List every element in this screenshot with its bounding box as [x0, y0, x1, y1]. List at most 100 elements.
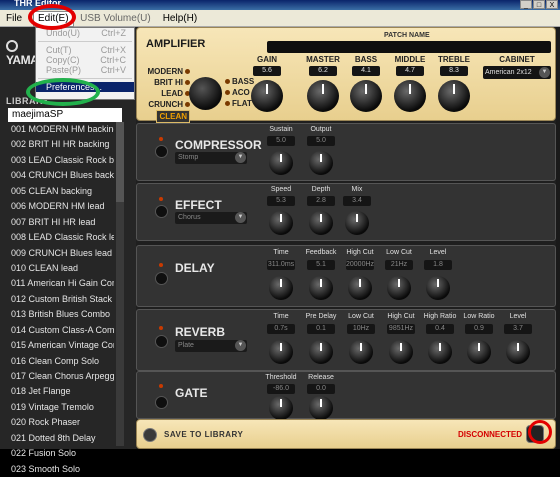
param-value: 5.1: [307, 260, 335, 270]
reverb-type-select[interactable]: Plate ▼: [175, 340, 247, 352]
feedback-knob[interactable]: [309, 276, 333, 300]
library-item[interactable]: 009 CRUNCH Blues lead: [8, 246, 114, 261]
param-value: 0.0: [307, 384, 335, 394]
delay-toggle[interactable]: [155, 272, 168, 285]
delay-low-cut-knob[interactable]: [387, 276, 411, 300]
amp-mode-brit-hi[interactable]: BRIT HI: [142, 77, 190, 88]
gain-knob[interactable]: [251, 80, 283, 112]
mix-knob[interactable]: [345, 211, 369, 235]
treble-knob[interactable]: [438, 80, 470, 112]
effect-type-select[interactable]: Chorus ▼: [175, 212, 247, 224]
chevron-down-icon: ▼: [235, 152, 246, 163]
library-item[interactable]: 004 CRUNCH Blues backing: [8, 168, 114, 183]
editor-panel: AMPLIFIER PATCH NAME MODERN BRIT HI LEAD…: [136, 27, 556, 449]
release-knob[interactable]: [309, 396, 333, 420]
amp-mode-crunch[interactable]: CRUNCH: [142, 99, 190, 110]
high-ratio-knob[interactable]: [428, 340, 452, 364]
gate-section: GATE Threshold -86.0 Release 0.0: [136, 371, 556, 420]
library-item[interactable]: 002 BRIT HI HR backing: [8, 137, 114, 152]
library-item[interactable]: 005 CLEAN backing: [8, 184, 114, 199]
param-value: 5.3: [267, 196, 295, 206]
library-item[interactable]: 006 MODERN HM lead: [8, 199, 114, 214]
library-item[interactable]: 021 Dotted 8th Delay: [8, 431, 114, 446]
amp-mode-flat[interactable]: FLAT: [225, 98, 254, 109]
library-item[interactable]: 001 MODERN HM backing: [8, 122, 114, 137]
reverb-low-cut-knob[interactable]: [349, 340, 373, 364]
menu-item-undo[interactable]: Undo(U) Ctrl+Z: [36, 28, 134, 38]
param-label: Low Cut: [386, 249, 412, 256]
close-button[interactable]: X: [546, 0, 558, 9]
library-item[interactable]: 008 LEAD Classic Rock lead: [8, 230, 114, 245]
sustain-knob[interactable]: [269, 151, 293, 175]
pre-delay-knob[interactable]: [309, 340, 333, 364]
cabinet-select[interactable]: American 2x12 ▼: [483, 66, 551, 79]
param-value: 1.8: [424, 260, 452, 270]
tuning-fork-icon: [6, 40, 18, 52]
output-knob[interactable]: [309, 151, 333, 175]
library-item[interactable]: 017 Clean Chorus Arpeggio: [8, 369, 114, 384]
depth-knob[interactable]: [309, 211, 333, 235]
menu-help[interactable]: Help(H): [157, 13, 203, 24]
delay-time-knob[interactable]: [269, 276, 293, 300]
library-item[interactable]: 020 Rock Phaser: [8, 415, 114, 430]
amp-mode-clean[interactable]: CLEAN: [142, 110, 190, 123]
amp-type-knob[interactable]: [189, 77, 222, 110]
library-file-selector[interactable]: maejimaSP: [8, 108, 122, 122]
compressor-toggle[interactable]: [155, 145, 168, 158]
amp-mode-bass[interactable]: BASS: [225, 76, 254, 87]
treble-value: 8.3: [440, 66, 468, 76]
menu-item-preferences[interactable]: Preferences...: [36, 82, 134, 92]
delay-high-cut-knob[interactable]: [348, 276, 372, 300]
menu-item-cut[interactable]: Cut(T) Ctrl+X: [36, 45, 134, 55]
library-item[interactable]: 019 Vintage Tremolo: [8, 400, 114, 415]
gate-toggle[interactable]: [155, 396, 168, 409]
library-item[interactable]: 007 BRIT HI HR lead: [8, 215, 114, 230]
reverb-title: REVERB: [175, 325, 226, 339]
save-to-library-button[interactable]: [143, 428, 157, 442]
effect-toggle[interactable]: [155, 205, 168, 218]
compressor-type-select[interactable]: Stomp ▼: [175, 152, 247, 164]
menu-separator: [38, 78, 132, 79]
bass-label: BASS: [354, 55, 378, 64]
title-bar: THR Editor _ □ X: [0, 0, 560, 10]
library-item[interactable]: 011 American Hi Gain Combo: [8, 276, 114, 291]
library-item[interactable]: 023 Smooth Solo: [8, 462, 114, 477]
library-item[interactable]: 014 Custom Class-A Combo: [8, 323, 114, 338]
middle-knob[interactable]: [394, 80, 426, 112]
menu-file[interactable]: File: [0, 13, 28, 24]
reverb-time-knob[interactable]: [269, 340, 293, 364]
library-item[interactable]: 018 Jet Flange: [8, 384, 114, 399]
threshold-knob[interactable]: [269, 396, 293, 420]
connection-button[interactable]: [526, 425, 544, 443]
bass-knob[interactable]: [350, 80, 382, 112]
minimize-button[interactable]: _: [520, 0, 532, 9]
library-item[interactable]: 010 CLEAN lead: [8, 261, 114, 276]
param-value: 21Hz: [385, 260, 413, 270]
reverb-high-cut-knob[interactable]: [389, 340, 413, 364]
menu-item-copy[interactable]: Copy(C) Ctrl+C: [36, 55, 134, 65]
library-item[interactable]: 015 American Vintage Combo: [8, 338, 114, 353]
scrollbar-thumb[interactable]: [116, 122, 124, 202]
amp-mode-aco[interactable]: ACO: [225, 87, 254, 98]
patch-name-field[interactable]: [267, 41, 551, 53]
menu-edit[interactable]: Edit(E): [33, 11, 74, 27]
library-item[interactable]: 003 LEAD Classic Rock back: [8, 153, 114, 168]
amp-mode-lead[interactable]: LEAD: [142, 88, 190, 99]
reverb-level-knob[interactable]: [506, 340, 530, 364]
reverb-toggle[interactable]: [155, 335, 168, 348]
library-scrollbar[interactable]: [116, 122, 124, 446]
speed-knob[interactable]: [269, 211, 293, 235]
led-icon: [225, 90, 230, 95]
led-icon: [159, 326, 163, 330]
low-ratio-knob[interactable]: [467, 340, 491, 364]
param-label: Low Ratio: [463, 313, 495, 320]
maximize-button[interactable]: □: [533, 0, 545, 9]
delay-level-knob[interactable]: [426, 276, 450, 300]
master-knob[interactable]: [307, 80, 339, 112]
library-item[interactable]: 013 British Blues Combo: [8, 307, 114, 322]
menu-item-paste[interactable]: Paste(P) Ctrl+V: [36, 65, 134, 75]
menu-usb-volume[interactable]: USB Volume(U): [74, 13, 157, 24]
amp-mode-modern[interactable]: MODERN: [142, 66, 190, 77]
library-item[interactable]: 012 Custom British Stack: [8, 292, 114, 307]
library-item[interactable]: 016 Clean Comp Solo: [8, 354, 114, 369]
